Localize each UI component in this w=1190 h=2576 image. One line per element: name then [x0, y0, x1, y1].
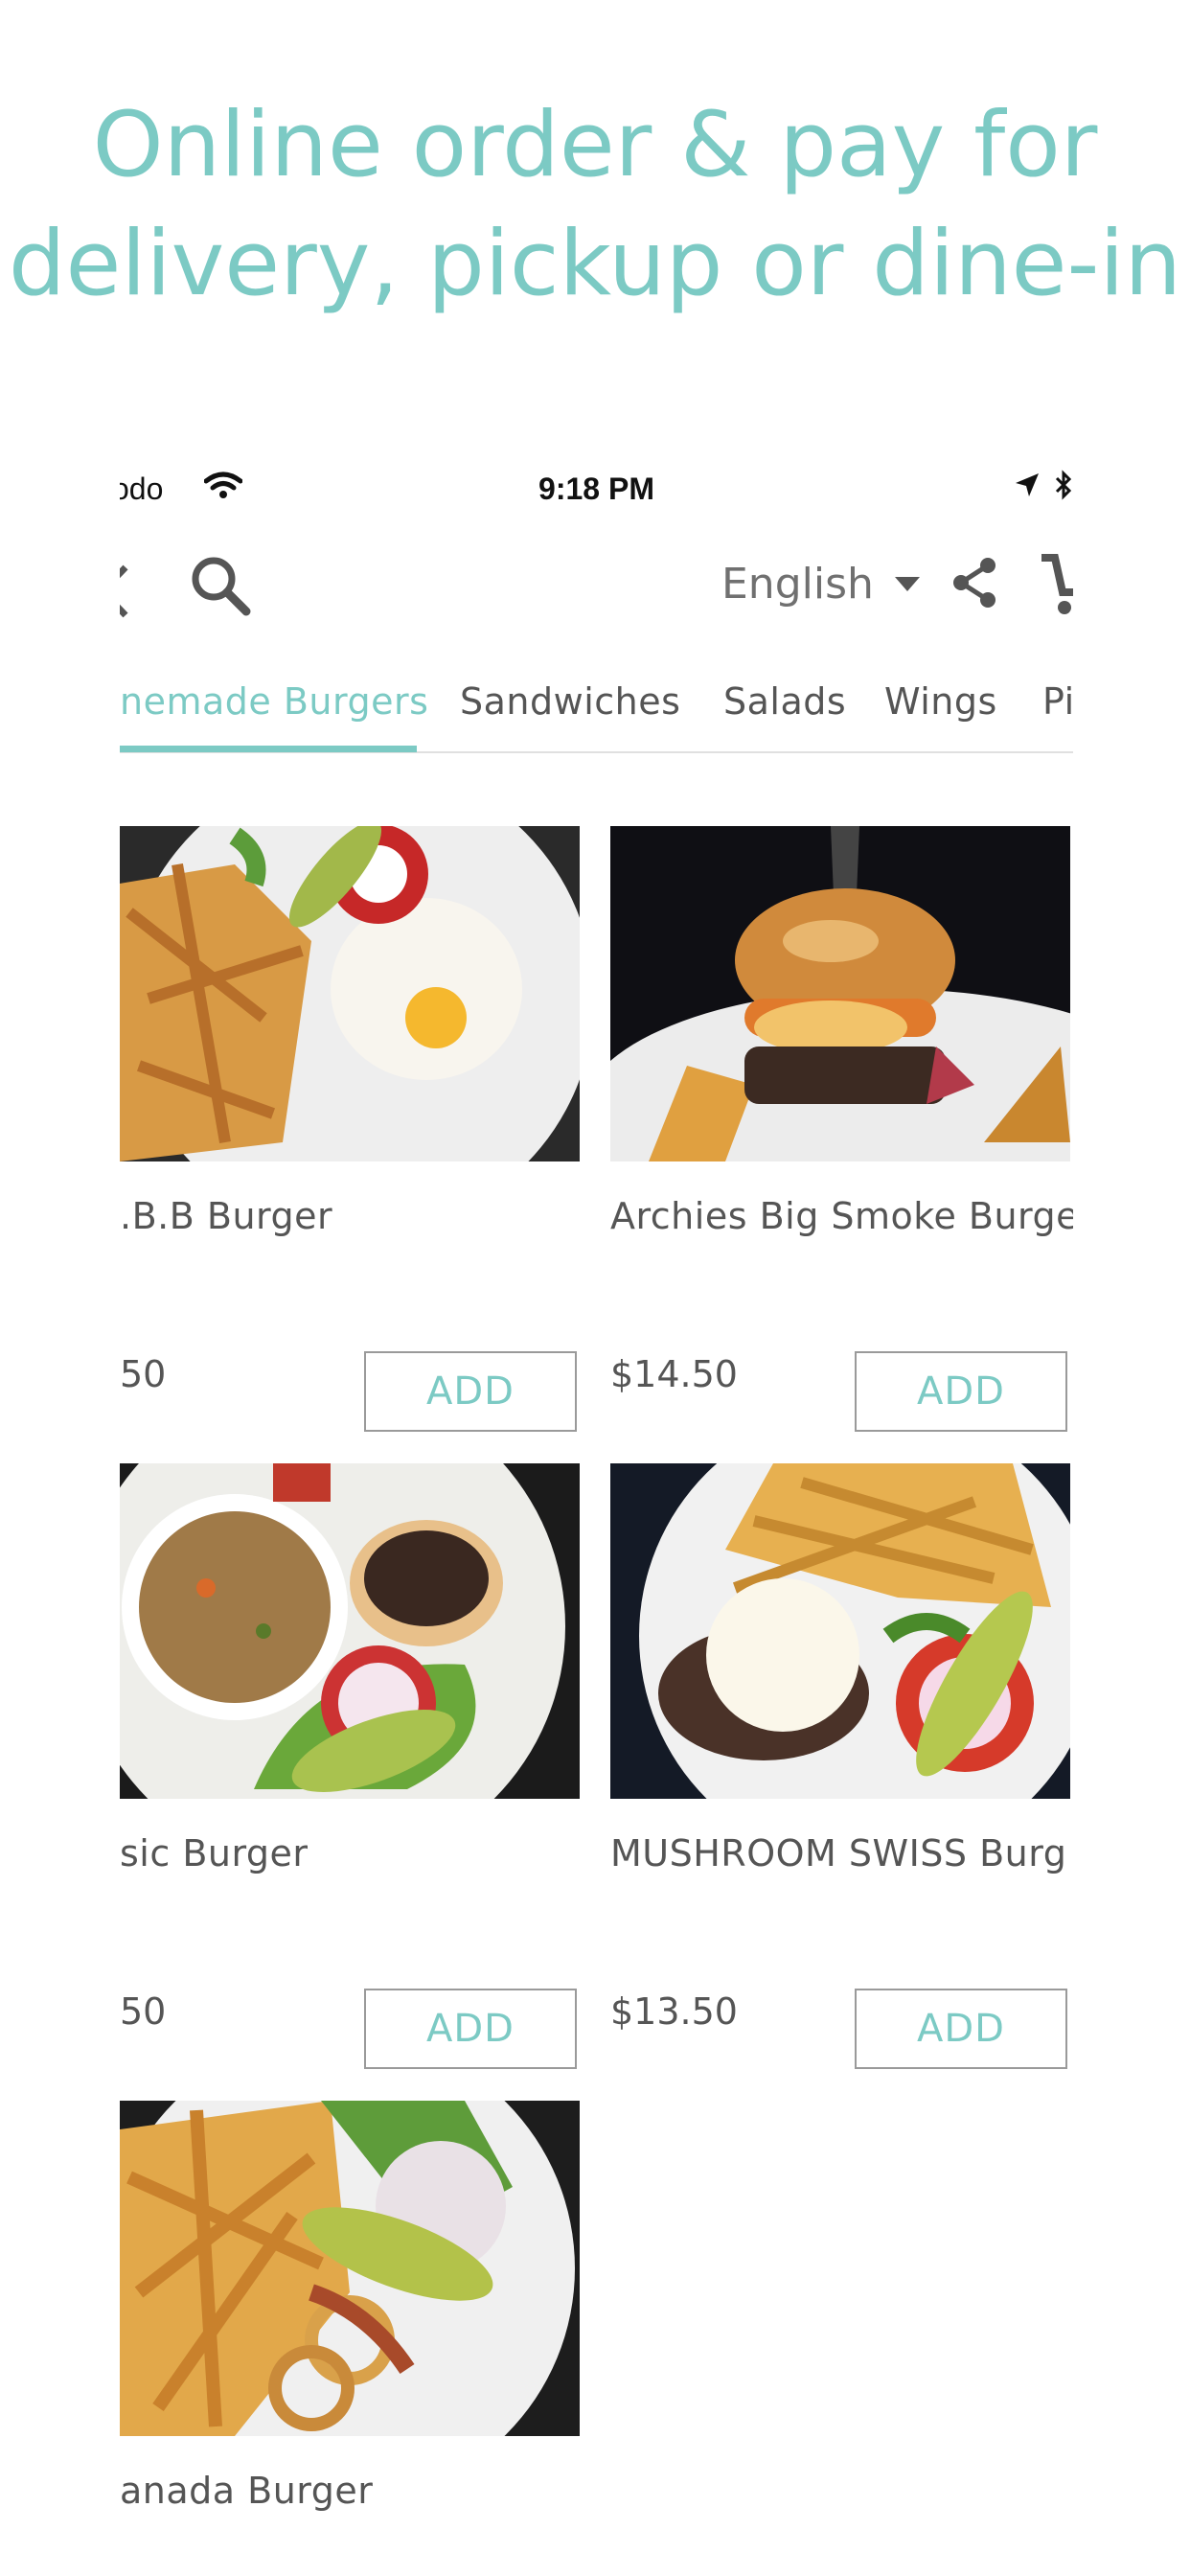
product-name: anada Burger — [120, 2470, 374, 2512]
bluetooth-icon — [1055, 470, 1072, 500]
product-price: 50 — [120, 1353, 167, 1395]
product-name: sic Burger — [120, 1832, 309, 1874]
product-image[interactable] — [610, 1463, 1070, 1799]
product-image[interactable] — [610, 826, 1070, 1162]
status-bar: odo 9:18 PM — [120, 441, 1073, 527]
headline-line-1: Online order & pay for — [92, 93, 1098, 197]
search-icon[interactable] — [189, 554, 252, 621]
status-icons — [1014, 470, 1073, 500]
product-price: $14.50 — [610, 1353, 738, 1395]
top-toolbar: English — [120, 546, 1073, 632]
tab-homemade-burgers[interactable]: nemade Burgers — [120, 680, 428, 723]
add-to-cart-button[interactable]: ADD — [855, 1351, 1067, 1432]
back-icon[interactable] — [120, 558, 135, 629]
active-tab-indicator — [120, 746, 417, 752]
language-selector[interactable]: English — [721, 560, 920, 609]
phone-screen: odo 9:18 PM English nemade Burgers Sandw… — [120, 441, 1073, 2576]
product-image[interactable] — [120, 1463, 580, 1799]
tab-pizza[interactable]: Pi — [1042, 680, 1073, 723]
dropdown-caret-icon — [894, 576, 920, 591]
location-arrow-icon — [1016, 473, 1039, 496]
add-to-cart-button[interactable]: ADD — [364, 1351, 577, 1432]
clock: 9:18 PM — [538, 472, 654, 506]
share-icon[interactable] — [951, 556, 999, 613]
promo-headline: Online order & pay for delivery, pickup … — [0, 86, 1190, 324]
add-to-cart-button[interactable]: ADD — [855, 1989, 1067, 2069]
tab-salads[interactable]: Salads — [723, 680, 846, 723]
add-to-cart-button[interactable]: ADD — [364, 1989, 577, 2069]
product-image[interactable] — [120, 2101, 580, 2436]
cart-icon[interactable] — [1041, 550, 1073, 621]
tab-wings[interactable]: Wings — [884, 680, 997, 723]
product-name: Archies Big Smoke Burge — [610, 1195, 1073, 1237]
category-tabs: nemade Burgers Sandwiches Salads Wings P… — [120, 671, 1073, 753]
language-label: English — [721, 560, 874, 609]
product-price: $13.50 — [610, 1990, 738, 2033]
product-name: MUSHROOM SWISS Burg — [610, 1832, 1067, 1874]
headline-line-2: delivery, pickup or dine-in — [8, 212, 1182, 316]
tab-sandwiches[interactable]: Sandwiches — [460, 680, 680, 723]
product-price: 50 — [120, 1990, 167, 2033]
product-name: .B.B Burger — [120, 1195, 333, 1237]
product-image[interactable] — [120, 826, 580, 1162]
